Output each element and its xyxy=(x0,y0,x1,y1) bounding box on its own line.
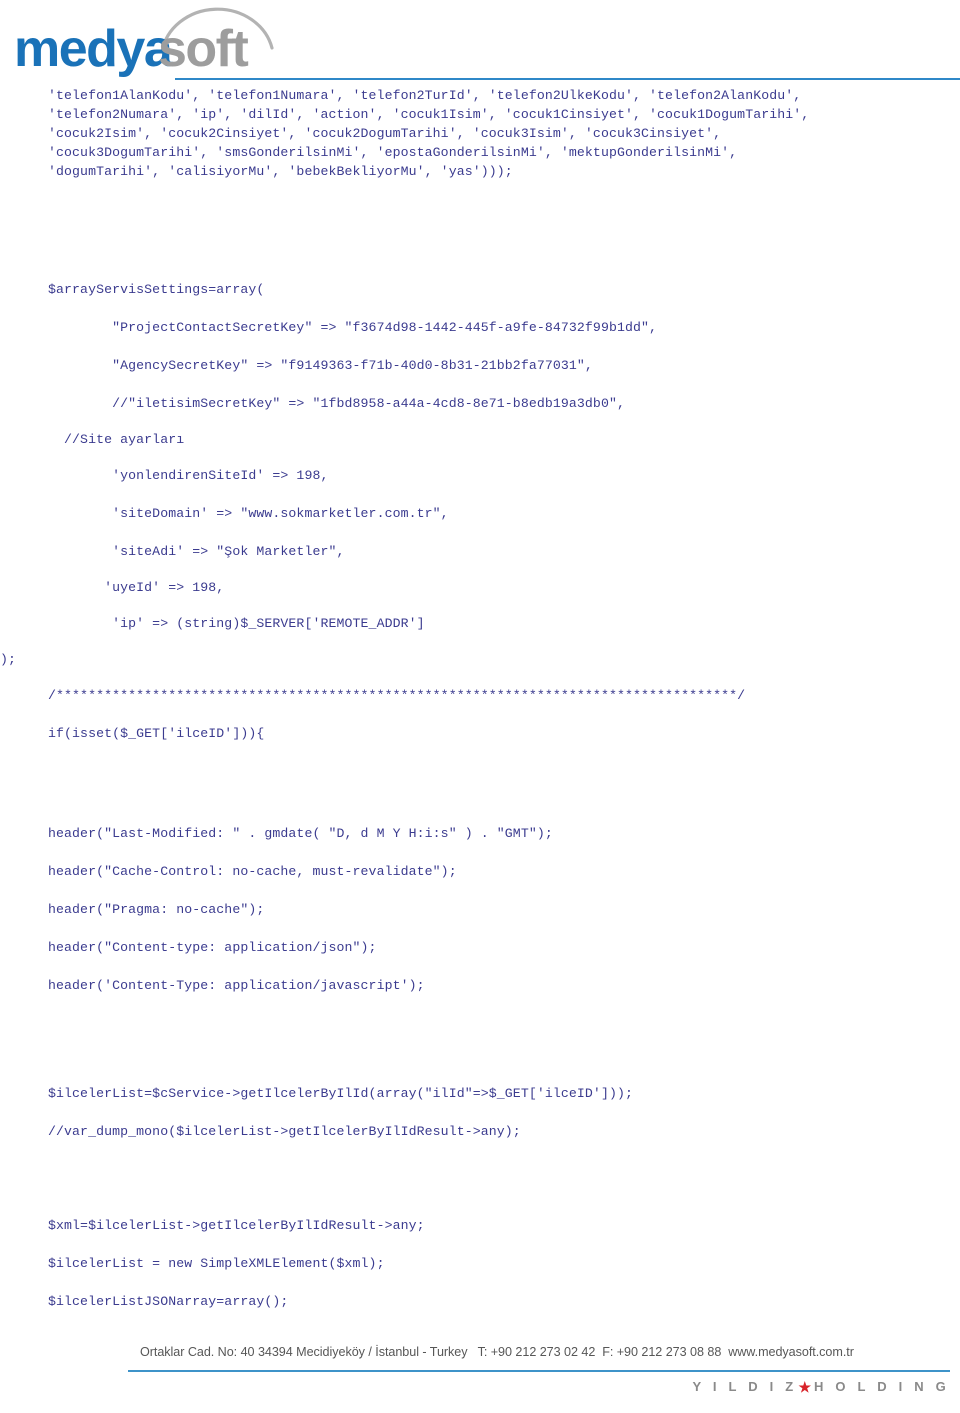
code-line: header("Content-type: application/json")… xyxy=(48,940,377,955)
code-line: 'telefon2Numara', 'ip', 'dilId', 'action… xyxy=(48,107,810,122)
code-gap xyxy=(0,753,960,815)
code-line: 'uyeId' => 198, xyxy=(48,580,225,595)
code-block-parameter-list: 'telefon1AlanKodu', 'telefon1Numara', 't… xyxy=(0,86,960,181)
code-line: 'dogumTarihi', 'calisiyorMu', 'bebekBekl… xyxy=(48,164,513,179)
code-line: "AgencySecretKey" => "f9149363-f71b-40d0… xyxy=(48,358,593,373)
code-block-separator: /***************************************… xyxy=(0,677,960,753)
code-line: header("Pragma: no-cache"); xyxy=(48,902,265,917)
code-line: header("Cache-Control: no-cache, must-re… xyxy=(48,864,457,879)
code-gap xyxy=(0,1005,960,1075)
code-block-xml-parsing: $xml=$ilcelerList->getIlcelerByIlIdResul… xyxy=(0,1207,960,1321)
code-line: //var_dump_mono($ilcelerList->getIlceler… xyxy=(48,1124,521,1139)
yildiz-holding-brand: Y I L D I Z ★ H O L D I N G xyxy=(692,1379,950,1394)
medyasoft-logo-graphic: medya soft xyxy=(14,7,274,78)
code-body: 'telefon1AlanKodu', 'telefon1Numara', 't… xyxy=(0,86,960,1321)
code-line: $xml=$ilcelerList->getIlcelerByIlIdResul… xyxy=(48,1218,425,1233)
footer-address: Ortaklar Cad. No: 40 34394 Mecidiyeköy /… xyxy=(140,1345,854,1359)
code-line-if: if(isset($_GET['ilceID'])){ xyxy=(48,726,265,741)
star-icon: ★ xyxy=(798,1378,812,1395)
medyasoft-logo: medya soft xyxy=(10,4,290,82)
code-line-separator: /***************************************… xyxy=(48,688,746,703)
code-line-site-comment: //Site ayarları xyxy=(48,432,185,447)
brand-text-left: Y I L D I Z xyxy=(692,1379,798,1394)
code-gap xyxy=(0,181,960,271)
page-footer: Ortaklar Cad. No: 40 34394 Mecidiyeköy /… xyxy=(0,1327,960,1413)
code-line: 'ip' => (string)$_SERVER['REMOTE_ADDR'] xyxy=(48,616,425,631)
code-block-http-headers: header("Last-Modified: " . gmdate( "D, d… xyxy=(0,815,960,1005)
logo-text-soft: soft xyxy=(158,20,249,78)
code-line: header('Content-Type: application/javasc… xyxy=(48,978,425,993)
code-line: //"iletisimSecretKey" => "1fbd8958-a44a-… xyxy=(48,396,625,411)
code-line: 'telefon1AlanKodu', 'telefon1Numara', 't… xyxy=(48,88,802,103)
page-header: medya soft xyxy=(0,0,960,86)
code-line: header("Last-Modified: " . gmdate( "D, d… xyxy=(48,826,553,841)
code-line: 'cocuk3DogumTarihi', 'smsGonderilsinMi',… xyxy=(48,145,738,160)
code-block-array-settings: $arrayServisSettings=array( "ProjectCont… xyxy=(0,271,960,677)
code-line: 'siteAdi' => "Şok Marketler", xyxy=(48,544,345,559)
code-line: $ilcelerList = new SimpleXMLElement($xml… xyxy=(48,1256,385,1271)
code-line-array-close: ); xyxy=(0,652,17,667)
logo-text-medya: medya xyxy=(14,20,174,78)
code-line: $ilcelerListJSONarray=array(); xyxy=(48,1294,289,1309)
header-divider xyxy=(175,78,960,80)
brand-text-right: H O L D I N G xyxy=(814,1379,950,1394)
code-line: 'yonlendirenSiteId' => 198, xyxy=(48,468,329,483)
code-line-array-open: $arrayServisSettings=array( xyxy=(48,282,265,297)
code-block-service-calls: $ilcelerList=$cService->getIlcelerByIlId… xyxy=(0,1075,960,1151)
code-line: $ilcelerList=$cService->getIlcelerByIlId… xyxy=(48,1086,634,1101)
code-line: 'siteDomain' => "www.sokmarketler.com.tr… xyxy=(48,506,449,521)
code-line: 'cocuk2Isim', 'cocuk2Cinsiyet', 'cocuk2D… xyxy=(48,126,722,141)
code-line: "ProjectContactSecretKey" => "f3674d98-1… xyxy=(48,320,658,335)
code-gap xyxy=(0,1151,960,1207)
footer-divider xyxy=(128,1370,950,1372)
